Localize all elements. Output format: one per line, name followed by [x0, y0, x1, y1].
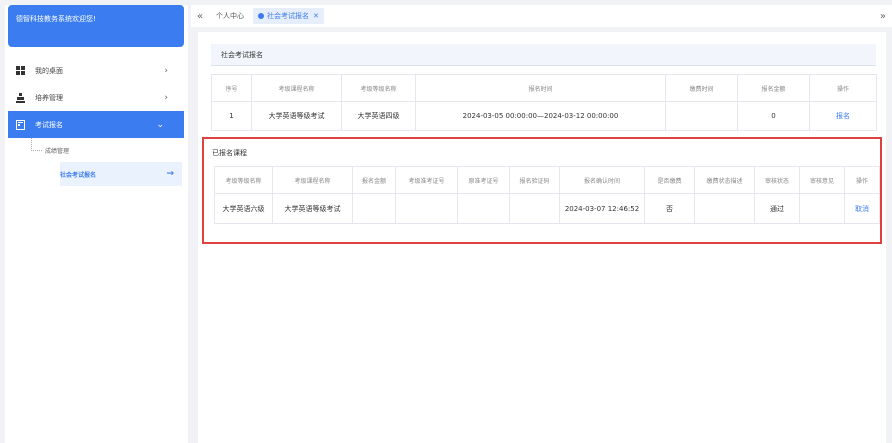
- sidebar-item-desktop[interactable]: 我的桌面 ›: [5, 57, 188, 84]
- register-link[interactable]: 报名: [836, 112, 850, 120]
- table-cell: [509, 193, 560, 224]
- table-cell: 大学英语等级考试: [272, 193, 353, 224]
- sidebar-item-label: 我的桌面: [35, 66, 63, 75]
- person-icon: [15, 92, 25, 103]
- table-cell: 报名: [809, 101, 877, 131]
- windows-icon: [15, 66, 25, 76]
- table-cell: 1: [211, 101, 252, 131]
- table-cell: 大学英语等级考试: [251, 101, 342, 131]
- sidebar: 德智科技教务系统欢迎您! 我的桌面 › 培养管理 › 考试报名 ⌄ 成绩管理 社…: [5, 5, 188, 443]
- tab-bar: « 个人中心 社会考试报名 ✕ »: [191, 5, 892, 27]
- column-header: 考级等级名称: [214, 166, 273, 194]
- exam-table: 序号 考级课程名称 考级等级名称 报名时间 缴费时间 报名金额 操作 1 大学英…: [211, 74, 877, 131]
- table-cell: 大学英语六级: [214, 193, 273, 224]
- sidebar-subitem-social-exam[interactable]: 社会考试报名 →: [60, 162, 182, 186]
- tab-social-exam[interactable]: 社会考试报名 ✕: [253, 8, 324, 24]
- chevron-down-icon: ⌄: [156, 119, 164, 130]
- form-icon: [15, 119, 25, 130]
- sidebar-subitem-grades[interactable]: 成绩管理: [5, 138, 188, 162]
- table-cell: [694, 193, 755, 224]
- sidebar-item-exam-registration[interactable]: 考试报名 ⌄: [8, 111, 184, 138]
- sidebar-item-label: 考试报名: [35, 120, 63, 129]
- column-header: 考级课程名称: [251, 74, 342, 102]
- section-title: 已报名课程: [212, 149, 247, 157]
- column-header: 审核状态: [754, 166, 800, 194]
- table-cell: 2024-03-07 12:46:52: [559, 193, 645, 224]
- column-header: 审核意见: [799, 166, 845, 194]
- sidebar-submenu: 成绩管理 社会考试报名 →: [5, 138, 188, 186]
- table-row: 1 大学英语等级考试 大学英语四级 2024-03-05 00:00:00—20…: [211, 101, 877, 131]
- main-content: 社会考试报名 序号 考级课程名称 考级等级名称 报名时间 缴费时间 报名金额 操…: [198, 32, 886, 443]
- column-header: 考级等级名称: [341, 74, 416, 102]
- tab-label: 个人中心: [216, 12, 244, 20]
- column-header: 缴费时间: [665, 74, 738, 102]
- brand-text: 德智科技教务系统欢迎您!: [16, 15, 96, 23]
- panel-title: 社会考试报名: [211, 44, 876, 66]
- sidebar-subitem-label: 成绩管理: [45, 147, 70, 155]
- column-header: 考级准考证号: [395, 166, 458, 194]
- arrow-right-icon: →: [166, 169, 174, 179]
- table-cell: [395, 193, 458, 224]
- table-cell: [665, 101, 738, 131]
- scroll-right-icon[interactable]: »: [880, 11, 886, 22]
- table-cell: 取消: [844, 193, 880, 224]
- sidebar-item-training[interactable]: 培养管理 ›: [5, 84, 188, 111]
- active-dot-icon: [258, 13, 264, 19]
- table-cell: [457, 193, 510, 224]
- table-row: 大学英语六级 大学英语等级考试 2024-03-07 12:46:52 否 通过…: [214, 193, 880, 224]
- column-header: 报名时间: [415, 74, 666, 102]
- tab-personal-center[interactable]: 个人中心: [211, 8, 249, 24]
- table-cell: 0: [737, 101, 810, 131]
- column-header: 序号: [211, 74, 252, 102]
- table-cell: [799, 193, 845, 224]
- column-header: 是否缴费: [644, 166, 695, 194]
- panel-title-text: 社会考试报名: [221, 50, 263, 59]
- registered-courses-section: 已报名课程 考级等级名称 考级课程名称 报名金额 考级准考证号 原准考证号 报名…: [202, 137, 882, 244]
- sidebar-subitem-label: 社会考试报名: [60, 171, 97, 179]
- table-cell: 2024-03-05 00:00:00—2024-03-12 00:00:00: [415, 101, 666, 131]
- close-icon[interactable]: ✕: [313, 12, 319, 20]
- tree-connector: [31, 138, 42, 151]
- sidebar-item-label: 培养管理: [35, 93, 63, 102]
- column-header: 考级课程名称: [272, 166, 353, 194]
- column-header: 报名验证码: [509, 166, 560, 194]
- registered-table: 考级等级名称 考级课程名称 报名金额 考级准考证号 原准考证号 报名验证码 报名…: [214, 166, 880, 224]
- table-header-row: 序号 考级课程名称 考级等级名称 报名时间 缴费时间 报名金额 操作: [211, 74, 877, 102]
- column-header: 缴费状态描述: [694, 166, 755, 194]
- brand-banner: 德智科技教务系统欢迎您!: [8, 5, 184, 47]
- column-header: 报名金额: [737, 74, 810, 102]
- column-header: 操作: [844, 166, 880, 194]
- chevron-right-icon: ›: [164, 92, 168, 103]
- sidebar-menu: 我的桌面 › 培养管理 › 考试报名 ⌄ 成绩管理 社会考试报名 →: [5, 57, 188, 186]
- scroll-left-icon[interactable]: «: [193, 11, 207, 22]
- table-cell: 否: [644, 193, 695, 224]
- chevron-right-icon: ›: [164, 65, 168, 76]
- column-header: 原准考证号: [457, 166, 510, 194]
- table-cell: 大学英语四级: [341, 101, 416, 131]
- column-header: 报名确认时间: [559, 166, 645, 194]
- table-cell: 通过: [754, 193, 800, 224]
- column-header: 报名金额: [352, 166, 396, 194]
- column-header: 操作: [809, 74, 877, 102]
- table-header-row: 考级等级名称 考级课程名称 报名金额 考级准考证号 原准考证号 报名验证码 报名…: [214, 166, 880, 194]
- table-cell: [352, 193, 396, 224]
- cancel-link[interactable]: 取消: [855, 205, 869, 213]
- tab-label: 社会考试报名: [267, 12, 309, 20]
